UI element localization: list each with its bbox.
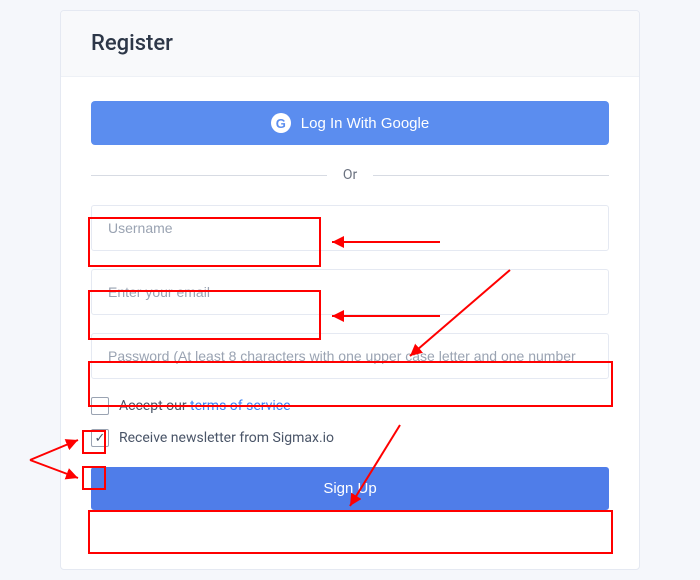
divider-label: Or [327,167,373,183]
email-input[interactable] [91,269,609,315]
newsletter-label: Receive newsletter from Sigmax.io [119,430,334,446]
terms-label: Accept our terms of service [119,398,291,414]
card-header: Register [61,11,639,77]
divider-line-left [91,175,327,176]
signup-button[interactable]: Sign Up [91,467,609,510]
terms-link[interactable]: terms of service [190,398,291,414]
divider-or: Or [91,167,609,183]
signup-button-label: Sign Up [323,480,376,497]
register-card: Register G Log In With Google Or Accept … [60,10,640,570]
password-input[interactable] [91,333,609,379]
page-title: Register [91,31,609,56]
terms-row: Accept our terms of service [91,397,609,415]
card-body: G Log In With Google Or Accept our terms… [61,77,639,530]
username-input[interactable] [91,205,609,251]
divider-line-right [373,175,609,176]
newsletter-checkbox[interactable] [91,429,109,447]
newsletter-row: Receive newsletter from Sigmax.io [91,429,609,447]
google-button-label: Log In With Google [301,115,429,132]
login-google-button[interactable]: G Log In With Google [91,101,609,145]
google-icon: G [271,113,291,133]
terms-prefix: Accept our [119,398,190,414]
terms-checkbox[interactable] [91,397,109,415]
